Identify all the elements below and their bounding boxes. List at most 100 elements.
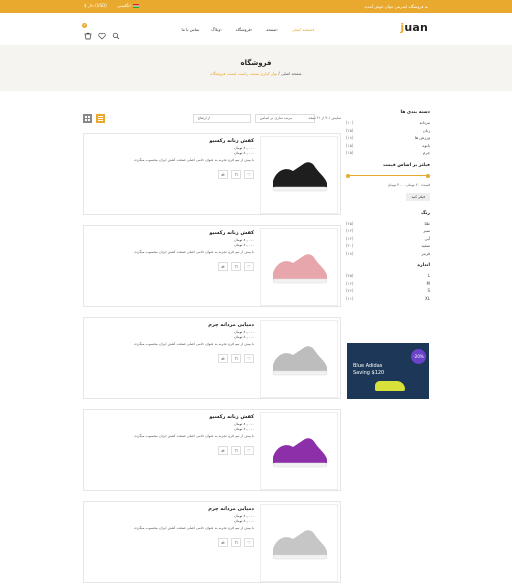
- size-item[interactable]: XL (۱۱): [346, 295, 430, 303]
- price-slider-min-handle[interactable]: [346, 173, 350, 178]
- product-old-price: ۸۰,۰۰۰ تومان: [234, 330, 254, 334]
- category-item[interactable]: چرم (۱۵): [346, 149, 430, 157]
- wishlist-button[interactable]: ♡: [244, 262, 254, 271]
- size-item[interactable]: S (۲۶): [346, 287, 430, 295]
- product-card[interactable]: کفش زنانه رکسیو ۸۰,۰۰۰ تومان ۸۰,۰۰۰ توما…: [83, 133, 341, 215]
- breadcrumb-current: نوار کناری سمت راست لیست فروشگاه: [210, 71, 278, 76]
- color-item-count: (۱۸): [346, 250, 354, 256]
- product-name[interactable]: دمپایی مردانه چرم: [88, 506, 254, 512]
- nav-item-label: صفحه اصلی: [291, 27, 313, 32]
- category-item-count: (۱۵): [346, 150, 354, 155]
- nav-item[interactable]: فروشگاه▾: [236, 27, 254, 32]
- filter-button[interactable]: فیلتر کنید: [406, 192, 430, 201]
- result-count: نمایش ۱-۴ از ۲۱ نتیجه: [308, 116, 341, 120]
- price-slider-max-handle[interactable]: [426, 173, 430, 178]
- grid-view-button[interactable]: [83, 114, 92, 123]
- nav-item[interactable]: وبلاگ▾: [211, 27, 224, 32]
- heart-icon: ♡: [247, 448, 251, 453]
- nav-item[interactable]: صفحه▾: [266, 27, 280, 32]
- product-card[interactable]: کفش زنانه رکسیو ۸۰,۰۰۰ تومان ۸۰,۰۰۰ توما…: [83, 225, 341, 307]
- currency-selector[interactable]: $ دلار (USD): [84, 3, 107, 8]
- wishlist-button[interactable]: ♡: [244, 170, 254, 179]
- compare-button[interactable]: ⇄: [218, 354, 228, 363]
- product-description: با بیش از نیم قرن تجربه به عنوان حامی اص…: [133, 434, 254, 438]
- product-name[interactable]: دمپایی مردانه چرم: [88, 322, 254, 328]
- sort-select[interactable]: مرتب سازی بر اساس: [255, 114, 315, 123]
- color-item[interactable]: قرمز (۱۸): [346, 250, 430, 258]
- category-item-count: (۱۵): [346, 142, 354, 148]
- promo-line-1: Blue Adidas: [353, 363, 383, 369]
- category-item-label: چرم: [422, 150, 430, 155]
- main-nav: صفحه اصلی▾ صفحه▾ فروشگاه▾ وبلاگ▾ تماس با ما: [181, 27, 316, 32]
- product-name[interactable]: کفش زنانه رکسیو: [88, 230, 254, 236]
- color-item[interactable]: آبی (۱۲): [346, 235, 430, 243]
- product-actions: ♡ ⊓ ⇄: [218, 262, 254, 271]
- product-actions: ♡ ⊓ ⇄: [218, 538, 254, 547]
- product-info: کفش زنانه رکسیو ۸۰,۰۰۰ تومان ۸۰,۰۰۰ توما…: [88, 414, 254, 438]
- product-card[interactable]: دمپایی مردانه چرم ۸۰,۰۰۰ تومان ۸۰,۰۰۰ تو…: [83, 317, 341, 399]
- logo-text: uan: [404, 21, 428, 34]
- add-to-cart-button[interactable]: ⊓: [231, 446, 241, 455]
- product-image[interactable]: [260, 504, 338, 582]
- category-item[interactable]: مردانه (۱۰): [346, 119, 430, 127]
- language-label: انگلیسی: [116, 3, 131, 8]
- compare-icon: ⇄: [221, 448, 225, 453]
- category-item[interactable]: ورزش ها (۱۸): [346, 134, 430, 142]
- add-to-cart-button[interactable]: ⊓: [231, 170, 241, 179]
- product-actions: ♡ ⊓ ⇄: [218, 170, 254, 179]
- category-item[interactable]: بانوه (۱۵): [346, 142, 430, 150]
- compare-button[interactable]: ⇄: [218, 538, 228, 547]
- per-page-select[interactable]: از ارتفاع: [193, 114, 251, 123]
- size-item[interactable]: M (۱۲): [346, 280, 430, 288]
- nav-item[interactable]: تماس با ما: [181, 27, 199, 32]
- price-slider-track: [346, 175, 430, 176]
- color-item[interactable]: طلا (۲۵): [346, 220, 430, 228]
- wishlist-button[interactable]: ♡: [244, 538, 254, 547]
- color-item[interactable]: سفید (۲۰): [346, 242, 430, 250]
- compare-button[interactable]: ⇄: [218, 262, 228, 271]
- flag-icon: [132, 4, 139, 8]
- add-to-cart-button[interactable]: ⊓: [231, 538, 241, 547]
- list-view-button[interactable]: [96, 114, 105, 123]
- topbar-switchers: $ دلار (USD) انگلیسی: [84, 3, 139, 8]
- promo-banner[interactable]: -20% Blue Adidas Saving $120: [347, 343, 429, 399]
- shop-toolbar: از ارتفاع مرتب سازی بر اساس نمایش ۱-۴ از…: [83, 114, 341, 124]
- size-list: L (۴۵) M (۱۲) S (۲۶) XL (۱۱): [346, 272, 430, 302]
- heart-icon: ♡: [247, 264, 251, 269]
- cart-icon[interactable]: 0: [82, 23, 92, 40]
- compare-button[interactable]: ⇄: [218, 170, 228, 179]
- add-to-cart-button[interactable]: ⊓: [231, 262, 241, 271]
- product-name[interactable]: کفش زنانه رکسیو: [88, 414, 254, 420]
- category-item[interactable]: زنان (۲۵): [346, 127, 430, 135]
- per-page-value: از ارتفاع: [198, 116, 211, 120]
- search-icon[interactable]: [112, 25, 120, 40]
- nav-item[interactable]: صفحه اصلی▾: [292, 27, 316, 32]
- product-image[interactable]: [260, 136, 338, 214]
- site-logo[interactable]: juan: [400, 21, 428, 34]
- category-item-label: ورزش ها: [414, 135, 430, 140]
- chevron-down-icon: ▾: [220, 28, 222, 32]
- language-selector[interactable]: انگلیسی: [117, 3, 139, 8]
- product-name[interactable]: کفش زنانه رکسیو: [88, 138, 254, 144]
- size-item-count: (۲۶): [346, 288, 354, 293]
- product-image[interactable]: [260, 320, 338, 398]
- product-price: ۸۰,۰۰۰ تومان: [234, 243, 254, 247]
- color-filter-title: رنگ: [421, 210, 430, 216]
- product-image[interactable]: [260, 412, 338, 490]
- wishlist-button[interactable]: ♡: [244, 354, 254, 363]
- breadcrumb-home[interactable]: صفحه اصلی: [281, 71, 302, 76]
- compare-button[interactable]: ⇄: [218, 446, 228, 455]
- sidebar: دسته بندی ها مردانه (۱۰) زنان (۲۵) ورزش ها (۱…: [346, 110, 430, 302]
- product-image[interactable]: [260, 228, 338, 306]
- wishlist-button[interactable]: ♡: [244, 446, 254, 455]
- category-item-label: مردانه: [419, 120, 431, 125]
- wishlist-icon[interactable]: [98, 25, 106, 40]
- size-item[interactable]: L (۴۵): [346, 272, 430, 280]
- color-item[interactable]: سبز (۱۲): [346, 227, 430, 235]
- cart-icon: ⊓: [234, 264, 238, 269]
- price-slider[interactable]: [346, 173, 430, 178]
- product-card[interactable]: دمپایی مردانه چرم ۸۰,۰۰۰ تومان ۸۰,۰۰۰ تو…: [83, 501, 341, 583]
- add-to-cart-button[interactable]: ⊓: [231, 354, 241, 363]
- product-card[interactable]: کفش زنانه رکسیو ۸۰,۰۰۰ تومان ۸۰,۰۰۰ توما…: [83, 409, 341, 491]
- product-info: کفش زنانه رکسیو ۸۰,۰۰۰ تومان ۸۰,۰۰۰ توما…: [88, 230, 254, 254]
